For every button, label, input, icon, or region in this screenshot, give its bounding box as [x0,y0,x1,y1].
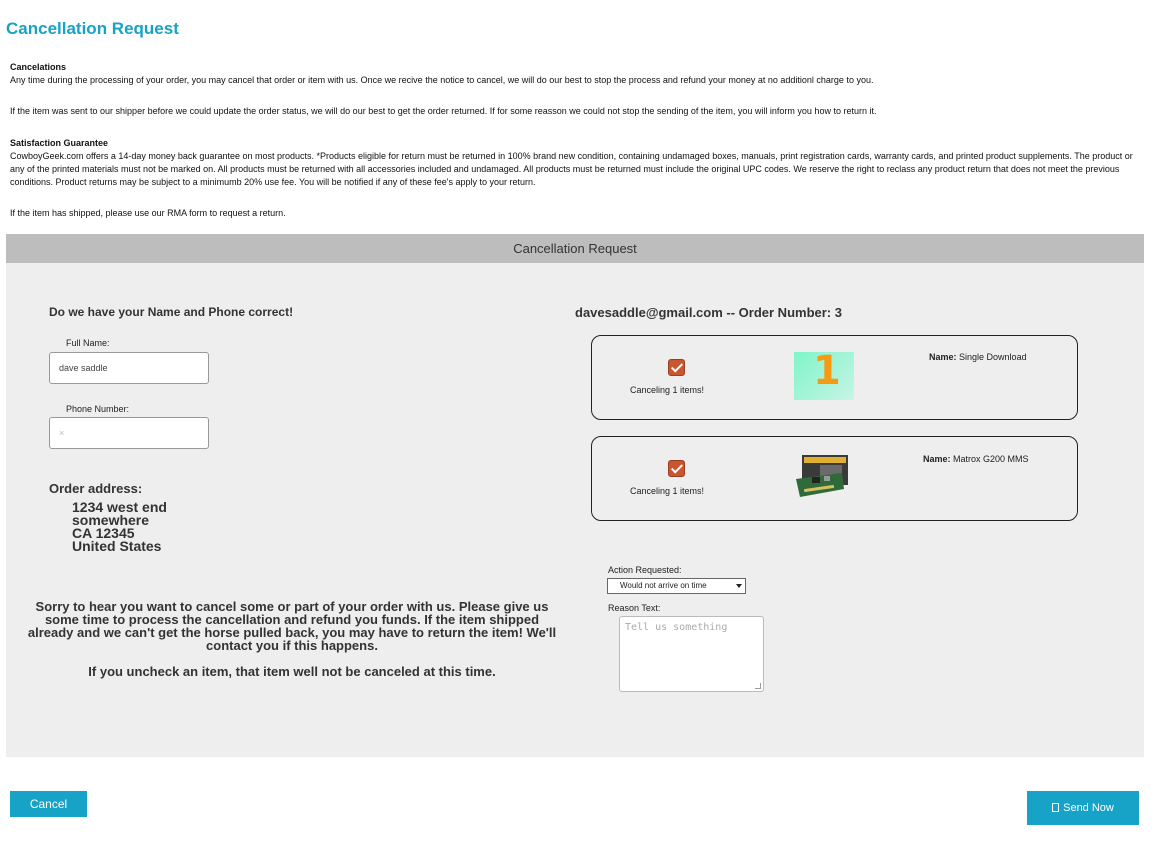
full-name-input[interactable]: dave saddle [49,352,209,384]
item-name: Name: Single Download [929,352,1027,362]
item-name: Name: Matrox G200 MMS [923,454,1029,464]
single-download-thumbnail: 1 [794,348,854,400]
full-name-label: Full Name: [66,338,110,348]
name-phone-heading: Do we have your Name and Phone correct! [49,305,294,319]
cancel-item-checkbox[interactable] [668,359,685,376]
panel-header: Cancellation Request [6,234,1144,263]
send-icon [1052,803,1060,812]
action-select[interactable]: Would not arrive on time [607,578,746,594]
cancel-count: Canceling 1 items! [630,486,705,496]
guarantee-text: CowboyGeek.com offers a 14-day money bac… [10,151,1133,187]
order-item-card: Canceling 1 items! 1 Name: Single Downlo… [591,335,1078,420]
chevron-down-icon [736,584,742,588]
item-name-label: Name: [923,454,951,464]
graphics-card-thumbnail [794,453,854,499]
order-address: 1234 west end somewhere CA 12345 United … [72,500,167,554]
cancelations-text: Any time during the processing of your o… [10,75,874,85]
shipped-text: If the item has shipped, please use our … [10,208,286,218]
graphics-card-icon [796,455,848,497]
email-order-line: davesaddle@gmail.com -- Order Number: 3 [575,305,842,320]
reason-label: Reason Text: [608,603,661,613]
sorry-message: Sorry to hear you want to cancel some or… [27,599,557,653]
action-label: Action Requested: [608,565,682,575]
action-select-value: Would not arrive on time [620,581,707,590]
cancel-button[interactable]: Cancel [10,791,87,817]
cancellation-panel: Cancellation Request Do we have your Nam… [6,234,1144,757]
reason-textarea[interactable]: Tell us something [619,616,764,692]
guarantee-heading: Satisfaction Guarantee [10,138,109,148]
cancelations-section: Cancelations Any time during the process… [10,61,1140,87]
uncheck-note: If you uncheck an item, that item well n… [88,664,496,679]
number-one-icon: 1 [813,348,841,394]
phone-input[interactable]: × [49,417,209,449]
item-name-value: Matrox G200 MMS [953,454,1029,464]
send-now-label: Send Now [1063,802,1114,814]
order-item-card: Canceling 1 items! Name: Matrox G200 MMS [591,436,1078,521]
page-title: Cancellation Request [6,19,179,38]
shipper-text: If the item was sent to our shipper befo… [10,106,877,116]
cancel-count: Canceling 1 items! [630,385,705,395]
guarantee-section: Satisfaction Guarantee CowboyGeek.com of… [10,137,1140,189]
send-now-button[interactable]: Send Now [1027,791,1139,825]
address-line: United States [72,538,162,554]
item-name-label: Name: [929,352,957,362]
order-address-label: Order address: [49,481,143,496]
phone-label: Phone Number: [66,404,130,414]
resize-grip-icon[interactable] [755,683,761,689]
cancelations-heading: Cancelations [10,62,67,72]
reason-placeholder: Tell us something [625,622,728,633]
item-name-value: Single Download [959,352,1027,362]
cancel-item-checkbox[interactable] [668,460,685,477]
